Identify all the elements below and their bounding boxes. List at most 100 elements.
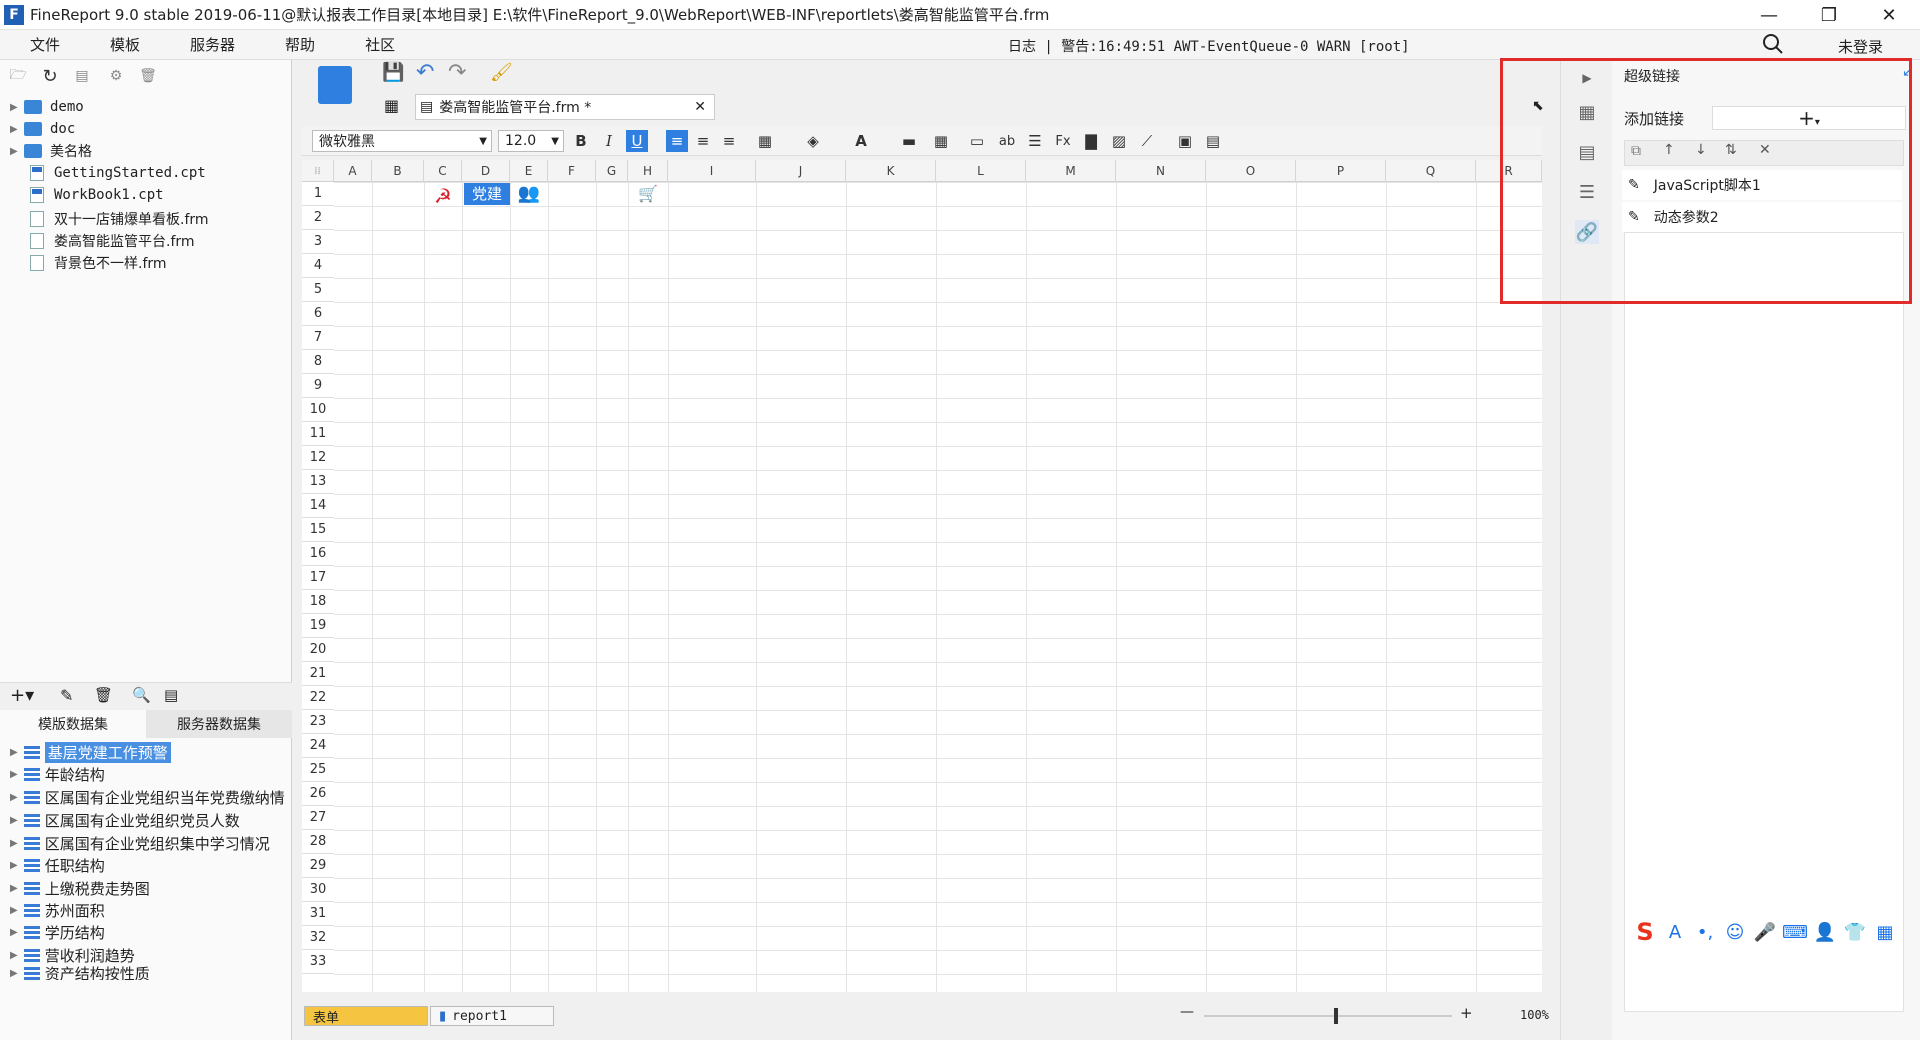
wrap-icon[interactable]: ☰ <box>1024 130 1046 152</box>
minimize-icon[interactable]: — <box>1740 0 1798 30</box>
row-header-cell[interactable]: 8 <box>302 350 334 374</box>
column-header-cell[interactable]: F <box>548 160 596 182</box>
row-header-cell[interactable]: 25 <box>302 758 334 782</box>
cart-icon[interactable]: 🛒 <box>634 184 662 206</box>
underline-button[interactable]: U <box>626 130 648 152</box>
row-header-cell[interactable]: 17 <box>302 566 334 590</box>
template-icon[interactable]: ▤ <box>72 66 92 86</box>
user-icon[interactable]: 👤 <box>1810 922 1840 943</box>
row-header-cell[interactable]: 11 <box>302 422 334 446</box>
slash-icon[interactable]: ⟋ <box>1136 130 1158 152</box>
cell-attribute-icon[interactable]: ▦ <box>1575 100 1599 124</box>
row-header-cell[interactable]: 22 <box>302 686 334 710</box>
cell-d1[interactable]: 党建 <box>464 183 510 205</box>
align-left-button[interactable]: ≡ <box>666 130 688 152</box>
text-icon[interactable]: ab <box>996 130 1018 152</box>
tab-template-dataset[interactable]: 模版数据集 <box>0 710 146 738</box>
tree-item[interactable]: ▶ doc <box>10 118 75 140</box>
tree-item[interactable]: ▶ 美名格 <box>10 140 92 162</box>
row-header-cell[interactable]: 28 <box>302 830 334 854</box>
template-type-icon[interactable] <box>318 66 352 104</box>
list-item[interactable]: ▶ 资产结构按性质 <box>10 966 150 980</box>
row-header-cell[interactable]: 3 <box>302 230 334 254</box>
chart-icon[interactable]: ▇ <box>1080 130 1102 152</box>
image-icon[interactable]: ▨ <box>1108 130 1130 152</box>
list-item[interactable]: ▶ 基层党建工作预警 <box>10 741 171 763</box>
list-item[interactable]: ▶ 营收利润趋势 <box>10 944 135 966</box>
row-header-cell[interactable]: 6 <box>302 302 334 326</box>
grid-icon[interactable]: ▦ <box>384 96 399 115</box>
redo-icon[interactable]: ↷ <box>448 60 466 85</box>
keyboard-icon[interactable]: ⌨ <box>1780 922 1810 943</box>
users-icon[interactable]: 👥 <box>514 183 544 205</box>
column-header-cell[interactable]: M <box>1026 160 1116 182</box>
spreadsheet[interactable]: ⁞⁞ A B C D E F G H I J K L M N O P Q R ☭… <box>302 160 1542 992</box>
column-header-cell[interactable]: O <box>1206 160 1296 182</box>
row-header-cell[interactable]: 2 <box>302 206 334 230</box>
preview-icon[interactable]: 🔍 <box>132 686 151 704</box>
merge-cells-icon[interactable]: ▬ <box>898 130 920 152</box>
column-header-cell[interactable]: L <box>936 160 1026 182</box>
sheet-tab-form[interactable]: 表单 <box>304 1006 428 1026</box>
list-item[interactable]: ▶ 苏州面积 <box>10 899 105 921</box>
tree-item[interactable]: ▶ demo <box>10 96 84 118</box>
column-header-cell[interactable]: G <box>596 160 628 182</box>
align-right-button[interactable]: ≡ <box>718 130 740 152</box>
menu-community[interactable]: 社区 <box>365 34 395 55</box>
add-link-button[interactable]: +▾ <box>1712 106 1906 130</box>
list-item[interactable]: ▶ 区属国有企业党组织当年党费缴纳情 <box>10 786 285 808</box>
list-item[interactable]: ✎ JavaScript脚本1 <box>1622 170 1902 200</box>
sogou-logo-icon[interactable]: S <box>1630 918 1660 946</box>
edit-icon[interactable]: ✎ <box>60 686 73 705</box>
column-header-cell[interactable]: H <box>628 160 668 182</box>
list-item[interactable]: ▶ 任职结构 <box>10 854 105 876</box>
row-header-cell[interactable]: 1 <box>302 182 334 206</box>
tree-item[interactable]: GettingStarted.cpt <box>10 162 206 184</box>
column-header-cell[interactable]: Q <box>1386 160 1476 182</box>
column-header-cell[interactable]: E <box>510 160 548 182</box>
border-icon[interactable]: ▦ <box>754 130 776 152</box>
row-header-cell[interactable]: 10 <box>302 398 334 422</box>
row-header-cell[interactable]: 14 <box>302 494 334 518</box>
column-header-cell[interactable]: P <box>1296 160 1386 182</box>
font-size-select[interactable]: 12.0 ▼ <box>498 130 564 152</box>
language-icon[interactable]: A <box>1660 922 1690 943</box>
microphone-icon[interactable]: 🎤 <box>1750 922 1780 943</box>
row-header-cell[interactable]: 16 <box>302 542 334 566</box>
tablelist-icon[interactable]: ▤ <box>164 686 178 704</box>
login-button[interactable]: 未登录 <box>1838 36 1883 57</box>
row-header-cell[interactable]: 23 <box>302 710 334 734</box>
menu-file[interactable]: 文件 <box>30 34 60 55</box>
add-dataset-icon[interactable]: +▾ <box>10 685 34 706</box>
move-up-icon[interactable]: ↑ <box>1663 142 1675 158</box>
list-item[interactable]: ✎ 动态参数2 <box>1622 202 1902 232</box>
formula-icon[interactable]: Fx <box>1052 130 1074 152</box>
row-header-cell[interactable]: 7 <box>302 326 334 350</box>
status-log[interactable]: 日志 | 警告:16:49:51 AWT-EventQueue-0 WARN [… <box>1008 36 1410 56</box>
tree-item[interactable]: 双十一店铺爆单看板.frm <box>10 208 209 230</box>
delete-icon[interactable]: 🗑 <box>94 686 113 704</box>
pin-icon[interactable]: ↙ <box>1902 64 1914 80</box>
tree-item[interactable]: 背景色不一样.frm <box>10 252 167 274</box>
copy-icon[interactable]: ⧉ <box>1631 143 1641 159</box>
skin-icon[interactable]: 👕 <box>1840 922 1870 943</box>
row-header-cell[interactable]: 31 <box>302 902 334 926</box>
tree-item[interactable]: WorkBook1.cpt <box>10 184 164 206</box>
column-header-cell[interactable]: J <box>756 160 846 182</box>
row-header-cell[interactable]: 19 <box>302 614 334 638</box>
font-color-icon[interactable]: A <box>850 130 872 152</box>
menu-server[interactable]: 服务器 <box>190 34 235 55</box>
list-item[interactable]: ▶ 上缴税费走势图 <box>10 877 150 899</box>
settings-icon[interactable]: ⚙ <box>106 66 126 86</box>
collapse-arrow-icon[interactable]: ▶ <box>1575 66 1599 90</box>
column-header-cell[interactable]: N <box>1116 160 1206 182</box>
hyperlink-icon[interactable]: 🔗 <box>1575 220 1599 244</box>
format-brush-icon[interactable]: 🖌 <box>490 62 513 83</box>
column-header-cell[interactable]: A <box>334 160 372 182</box>
tab-server-dataset[interactable]: 服务器数据集 <box>146 710 292 738</box>
save-icon[interactable]: 💾 <box>382 62 404 83</box>
column-header-cell[interactable]: B <box>372 160 424 182</box>
party-emblem-icon[interactable]: ☭ <box>428 184 458 208</box>
row-header-cell[interactable]: 24 <box>302 734 334 758</box>
tree-item[interactable]: 娄高智能监管平台.frm <box>10 230 195 252</box>
